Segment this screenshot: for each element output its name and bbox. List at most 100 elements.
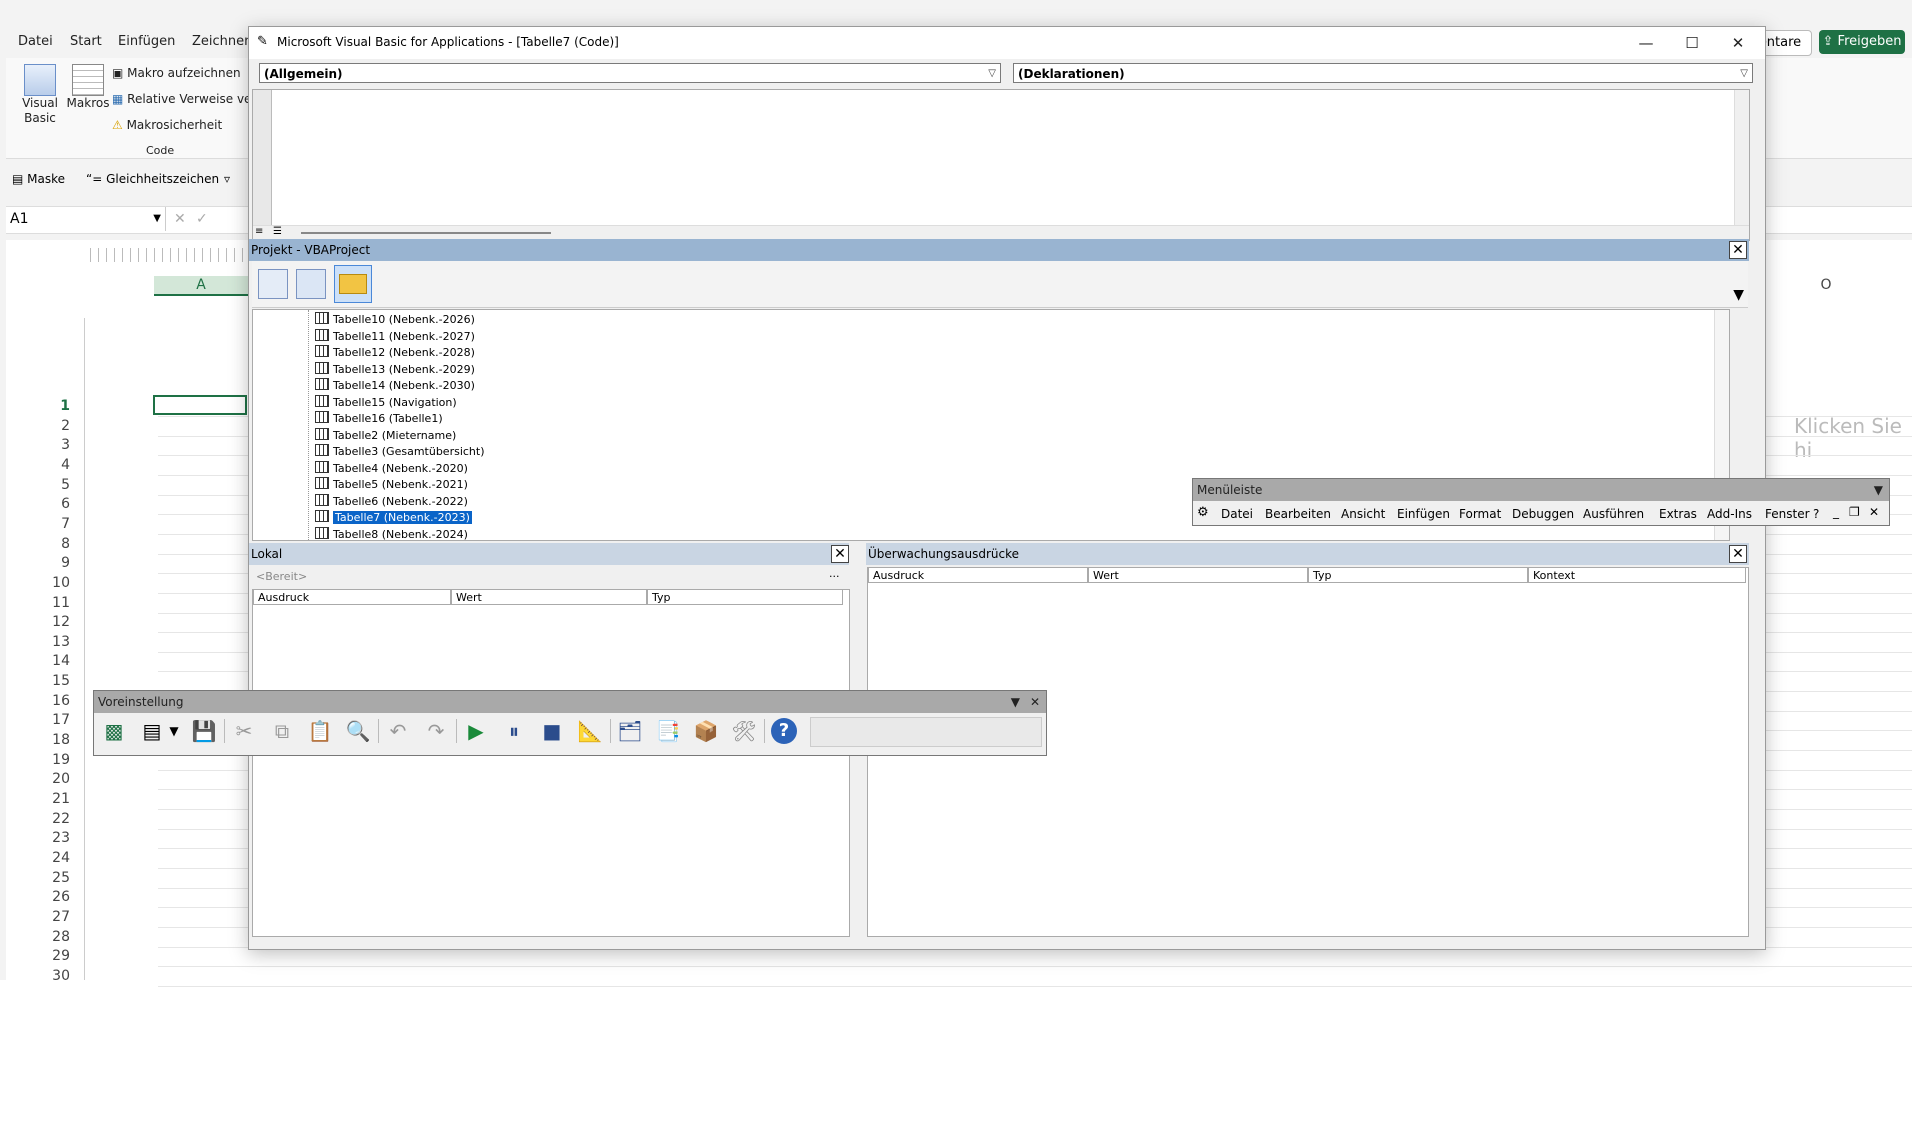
excel-menu-icon[interactable]: ⚙ (1197, 505, 1209, 520)
row-header[interactable]: 28 (40, 929, 70, 945)
row-header[interactable]: 9 (40, 555, 70, 571)
redo-icon[interactable]: ↷ (422, 717, 450, 745)
menu-item[interactable]: Debuggen (1512, 507, 1574, 521)
watch-col-wert[interactable]: Wert (1088, 567, 1308, 583)
menu-item[interactable]: Einfügen (1397, 507, 1450, 521)
menu-item[interactable]: Ausführen (1583, 507, 1644, 521)
row-header[interactable]: 10 (40, 575, 70, 591)
chevron-down-icon[interactable]: ▼ (1011, 691, 1020, 713)
maske-button[interactable]: ▤ Maske (12, 172, 65, 186)
toolbox-icon[interactable]: 🛠 (730, 717, 758, 745)
project-close-icon[interactable]: ✕ (1729, 241, 1747, 259)
row-header[interactable]: 13 (40, 634, 70, 650)
pause-icon[interactable]: ⏸ (500, 717, 528, 745)
row-header[interactable]: 2 (40, 418, 70, 434)
row-header[interactable]: 11 (40, 595, 70, 611)
menu-item[interactable]: Add-Ins (1707, 507, 1752, 521)
row-header[interactable]: 17 (40, 712, 70, 728)
tab-datei[interactable]: Datei (6, 30, 65, 53)
properties-window-icon[interactable]: 📑 (654, 717, 682, 745)
object-browser-icon[interactable]: 📦 (692, 717, 720, 745)
tree-item[interactable]: Tabelle14 (Nebenk.-2030) (315, 378, 475, 394)
lokal-call-stack-button[interactable]: ... (829, 567, 840, 580)
tree-item[interactable]: Tabelle8 (Nebenk.-2024) (315, 526, 468, 540)
row-header[interactable]: 20 (40, 771, 70, 787)
view-code-icon[interactable] (258, 269, 288, 299)
tab-einfuegen[interactable]: Einfügen (106, 30, 187, 53)
tree-item[interactable]: Tabelle3 (Gesamtübersicht) (315, 444, 485, 460)
row-header[interactable]: 27 (40, 909, 70, 925)
formula-confirm-icon[interactable]: ✓ (196, 211, 208, 227)
find-icon[interactable]: 🔍 (344, 717, 372, 745)
row-header[interactable]: 3 (40, 437, 70, 453)
module-view-icon[interactable]: ☰ (273, 226, 282, 237)
code-editor[interactable]: ≡ ☰ (252, 89, 1750, 241)
lokal-col-wert[interactable]: Wert (451, 589, 647, 605)
menu-item[interactable]: Extras (1659, 507, 1697, 521)
row-header[interactable]: 1 (40, 398, 70, 414)
toggle-folders-button[interactable] (334, 265, 372, 303)
minimize-icon[interactable]: _ (1833, 505, 1839, 519)
procedure-combobox[interactable]: (Deklarationen) ▽ (1013, 63, 1753, 83)
row-header[interactable]: 5 (40, 477, 70, 493)
tree-item[interactable]: Tabelle15 (Navigation) (315, 394, 457, 411)
row-header[interactable]: 12 (40, 614, 70, 630)
procedure-view-icon[interactable]: ≡ (255, 226, 263, 237)
chevron-down-icon[interactable]: ▼ (1733, 287, 1744, 303)
horizontal-scrollbar[interactable]: ≡ ☰ (253, 225, 1749, 240)
paste-icon[interactable]: 📋 (306, 717, 334, 745)
insert-userform-icon[interactable]: ▤ (138, 717, 166, 745)
freigeben-button[interactable]: ⇪ Freigeben (1819, 30, 1905, 54)
makros-button[interactable]: Makros (64, 64, 112, 111)
row-header[interactable]: 23 (40, 830, 70, 846)
vertical-scrollbar[interactable] (1734, 90, 1749, 240)
tree-item[interactable]: Tabelle5 (Nebenk.-2021) (315, 477, 468, 493)
tree-item[interactable]: Tabelle12 (Nebenk.-2028) (315, 345, 475, 361)
column-header-o[interactable]: O (1776, 276, 1876, 294)
excel-view-icon[interactable]: ▩ (100, 717, 128, 745)
menu-item[interactable]: Ansicht (1341, 507, 1385, 521)
project-explorer-icon[interactable]: 🗂 (616, 717, 644, 745)
menu-item[interactable]: Fenster (1765, 507, 1810, 521)
row-header[interactable]: 14 (40, 653, 70, 669)
minimize-button[interactable]: — (1623, 29, 1669, 57)
lokal-close-icon[interactable]: ✕ (831, 545, 849, 563)
undo-icon[interactable]: ↶ (384, 717, 412, 745)
menu-item[interactable]: Datei (1221, 507, 1253, 521)
name-box[interactable]: A1 ▼ (6, 207, 166, 231)
row-header[interactable]: 16 (40, 693, 70, 709)
tree-item[interactable]: Tabelle4 (Nebenk.-2020) (315, 460, 468, 477)
tree-item[interactable]: Tabelle7 (Nebenk.-2023) (315, 510, 472, 526)
cut-icon[interactable]: ✂ (230, 717, 258, 745)
view-object-icon[interactable] (296, 269, 326, 299)
lokal-col-typ[interactable]: Typ (647, 589, 843, 605)
voreinstellung-title-bar[interactable]: Voreinstellung ▼ ✕ (94, 691, 1046, 713)
formula-cancel-icon[interactable]: ✕ (174, 211, 186, 227)
row-header[interactable]: 21 (40, 791, 70, 807)
row-header[interactable]: 6 (40, 496, 70, 512)
menu-item[interactable]: Format (1459, 507, 1501, 521)
column-header-a[interactable]: A (154, 276, 248, 296)
row-header[interactable]: 18 (40, 732, 70, 748)
tree-item[interactable]: Tabelle2 (Mietername) (315, 427, 456, 444)
row-header[interactable]: 25 (40, 870, 70, 886)
row-header[interactable]: 22 (40, 811, 70, 827)
tree-item[interactable]: Tabelle16 (Tabelle1) (315, 411, 443, 427)
help-icon[interactable]: ? (770, 717, 798, 745)
close-button[interactable]: ✕ (1715, 29, 1761, 57)
close-icon[interactable]: ✕ (1030, 691, 1040, 713)
menubar-title-bar[interactable]: Menüleiste ▼ (1193, 479, 1889, 501)
makro-aufzeichnen-button[interactable]: ▣ Makro aufzeichnen (112, 66, 241, 80)
horizontal-scroll-thumb[interactable] (301, 232, 551, 234)
relative-verweise-button[interactable]: ▦ Relative Verweise verw (112, 92, 266, 106)
row-header[interactable]: 7 (40, 516, 70, 532)
watch-col-typ[interactable]: Typ (1308, 567, 1528, 583)
menu-item[interactable]: Bearbeiten (1265, 507, 1331, 521)
makrosicherheit-button[interactable]: ⚠ Makrosicherheit (112, 118, 222, 132)
watch-close-icon[interactable]: ✕ (1729, 545, 1747, 563)
row-header[interactable]: 8 (40, 536, 70, 552)
restore-icon[interactable]: ❐ (1849, 505, 1860, 519)
run-icon[interactable]: ▶ (462, 717, 490, 745)
tree-item[interactable]: Tabelle6 (Nebenk.-2022) (315, 493, 468, 510)
row-header[interactable]: 4 (40, 457, 70, 473)
